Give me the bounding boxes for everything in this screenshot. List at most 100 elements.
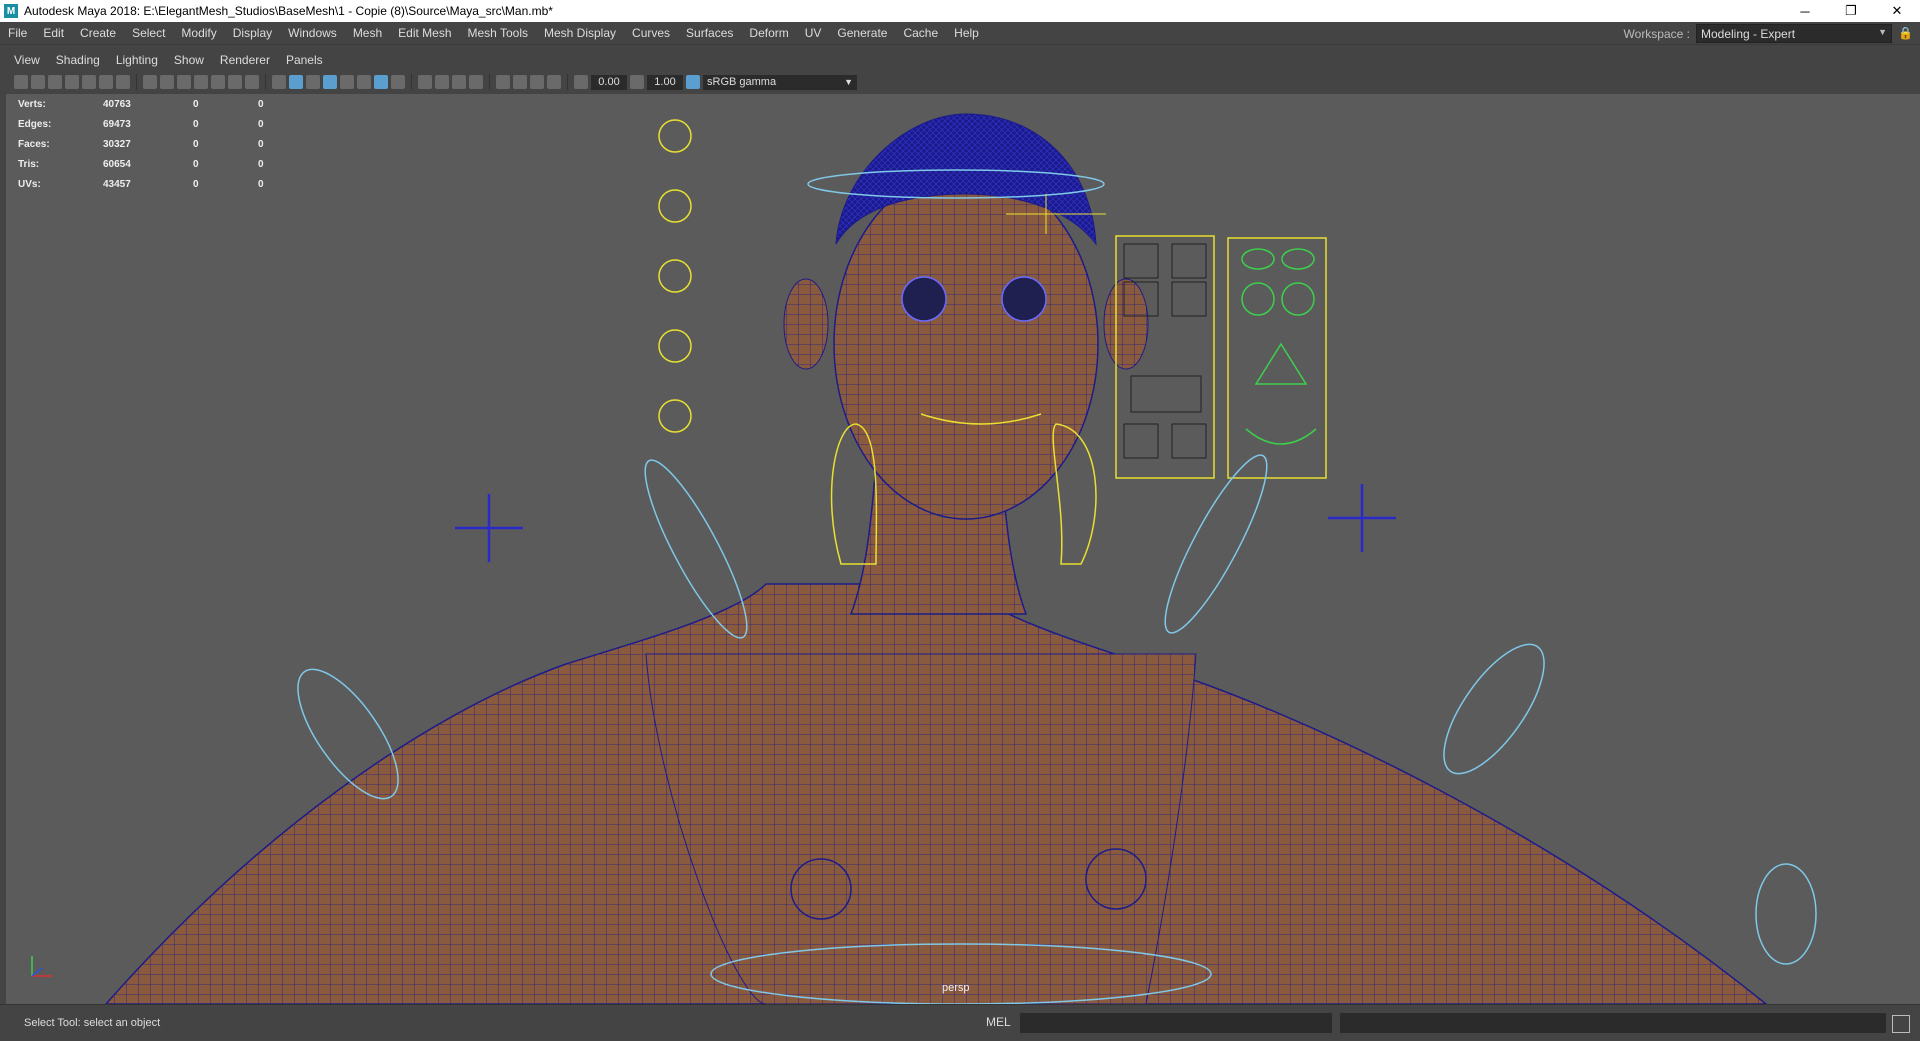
hud-value: 40763 [103, 98, 131, 110]
face-ctrl-eye [1281, 282, 1315, 316]
panel-menu-shading[interactable]: Shading [48, 53, 108, 67]
workspace-selector: Workspace : Modeling - Expert ▼ 🔒 [1623, 24, 1913, 43]
exposure-icon[interactable] [574, 75, 588, 89]
hud-value: 60654 [103, 158, 131, 170]
hud-row-edges: Edges: 69473 0 0 [18, 114, 323, 134]
mel-label[interactable]: MEL [986, 1015, 1011, 1029]
textured-icon[interactable] [340, 75, 354, 89]
workspace-dropdown[interactable]: Modeling - Expert ▼ [1696, 24, 1892, 43]
panel-menu-renderer[interactable]: Renderer [212, 53, 278, 67]
camera-label: persp [942, 982, 970, 994]
gamma-field[interactable]: 1.00 [647, 74, 683, 90]
mel-result-field [1340, 1013, 1886, 1033]
menu-modify[interactable]: Modify [173, 26, 224, 40]
menu-help[interactable]: Help [946, 26, 987, 40]
field-chart-icon[interactable] [211, 75, 225, 89]
hud-row-uvs: UVs: 43457 0 0 [18, 174, 323, 194]
menu-display[interactable]: Display [225, 26, 280, 40]
safe-title-icon[interactable] [245, 75, 259, 89]
lock-camera-icon[interactable] [31, 75, 45, 89]
film-gate-icon[interactable] [160, 75, 174, 89]
wireframe-icon[interactable] [272, 75, 286, 89]
head-mesh [833, 168, 1099, 520]
wireframe-on-shaded-icon[interactable] [323, 75, 337, 89]
safe-action-icon[interactable] [228, 75, 242, 89]
arm-ctrl-right [1443, 643, 1545, 775]
workspace-label: Workspace : [1623, 26, 1690, 41]
xray-joints-icon[interactable] [391, 75, 405, 89]
xray-active-icon[interactable] [513, 75, 527, 89]
anti-aliasing-icon[interactable] [469, 75, 483, 89]
menu-mesh-display[interactable]: Mesh Display [536, 26, 624, 40]
shadows-icon[interactable] [418, 75, 432, 89]
mel-command-input[interactable] [1020, 1013, 1332, 1033]
minimize-button[interactable]: ─ [1782, 0, 1828, 22]
hud-value: 0 [258, 178, 264, 190]
use-all-lights-icon[interactable] [357, 75, 371, 89]
help-line: Select Tool: select an object [24, 1017, 161, 1029]
hud-value: 0 [258, 118, 264, 130]
eye-left [901, 276, 947, 322]
panel-menu-show[interactable]: Show [166, 53, 212, 67]
menu-mesh-tools[interactable]: Mesh Tools [460, 26, 536, 40]
menu-select[interactable]: Select [124, 26, 173, 40]
toolbar-divider [489, 74, 490, 90]
grease-pencil-icon[interactable] [116, 75, 130, 89]
menu-create[interactable]: Create [72, 26, 124, 40]
menu-cache[interactable]: Cache [895, 26, 946, 40]
poly-count-hud: Verts: 40763 0 0 Edges: 69473 0 0 Faces:… [18, 94, 323, 194]
menu-curves[interactable]: Curves [624, 26, 678, 40]
hud-label: Edges: [18, 118, 52, 130]
menu-edit-mesh[interactable]: Edit Mesh [390, 26, 459, 40]
chevron-down-icon: ▼ [1878, 27, 1887, 37]
menu-edit[interactable]: Edit [35, 26, 72, 40]
toolbar-divider [265, 74, 266, 90]
isolate-select-icon[interactable] [496, 75, 510, 89]
hud-row-faces: Faces: 30327 0 0 [18, 134, 323, 154]
panel-toolbar: 0.00 1.00 sRGB gamma ▼ [6, 70, 1920, 94]
menu-generate[interactable]: Generate [829, 26, 895, 40]
motion-blur-icon[interactable] [452, 75, 466, 89]
gamma-icon[interactable] [630, 75, 644, 89]
xray-icon[interactable] [374, 75, 388, 89]
camera-fit-icon[interactable] [530, 75, 544, 89]
face-ctrl-brow [1241, 248, 1275, 270]
restore-button[interactable]: ❐ [1828, 0, 1874, 22]
menu-file[interactable]: File [0, 26, 35, 40]
smooth-shade-icon[interactable] [289, 75, 303, 89]
lock-icon[interactable]: 🔒 [1898, 26, 1913, 42]
ambient-occlusion-icon[interactable] [435, 75, 449, 89]
script-editor-icon[interactable] [1892, 1015, 1910, 1033]
color-management-icon[interactable] [686, 75, 700, 89]
face-ctrl-eye [1241, 282, 1275, 316]
3d-viewport[interactable]: Verts: 40763 0 0 Edges: 69473 0 0 Faces:… [6, 94, 1920, 1004]
close-button[interactable]: ✕ [1874, 0, 1920, 22]
hud-value: 0 [258, 138, 264, 150]
camera-attributes-icon[interactable] [48, 75, 62, 89]
chest-mesh [645, 653, 1197, 1004]
panel-menu-lighting[interactable]: Lighting [108, 53, 166, 67]
gate-mask-icon[interactable] [194, 75, 208, 89]
exposure-field[interactable]: 0.00 [591, 74, 627, 90]
image-plane-icon[interactable] [82, 75, 96, 89]
menu-uv[interactable]: UV [797, 26, 830, 40]
menu-deform[interactable]: Deform [741, 26, 796, 40]
resolution-icon[interactable] [547, 75, 561, 89]
grid-icon[interactable] [143, 75, 157, 89]
menu-windows[interactable]: Windows [280, 26, 345, 40]
menu-mesh[interactable]: Mesh [345, 26, 390, 40]
menu-surfaces[interactable]: Surfaces [678, 26, 741, 40]
bookmark-icon[interactable] [65, 75, 79, 89]
maya-app-icon: M [4, 4, 18, 18]
resolution-gate-icon[interactable] [177, 75, 191, 89]
hud-row-tris: Tris: 60654 0 0 [18, 154, 323, 174]
panel-menu-view[interactable]: View [6, 53, 48, 67]
panel-menu-panels[interactable]: Panels [278, 53, 331, 67]
default-material-icon[interactable] [306, 75, 320, 89]
select-camera-icon[interactable] [14, 75, 28, 89]
view-transform-dropdown[interactable]: sRGB gamma ▼ [703, 74, 857, 90]
hud-value: 69473 [103, 118, 131, 130]
ctrl-circle-1 [658, 119, 692, 153]
2d-pan-zoom-icon[interactable] [99, 75, 113, 89]
viewport-scene [104, 113, 1817, 1004]
